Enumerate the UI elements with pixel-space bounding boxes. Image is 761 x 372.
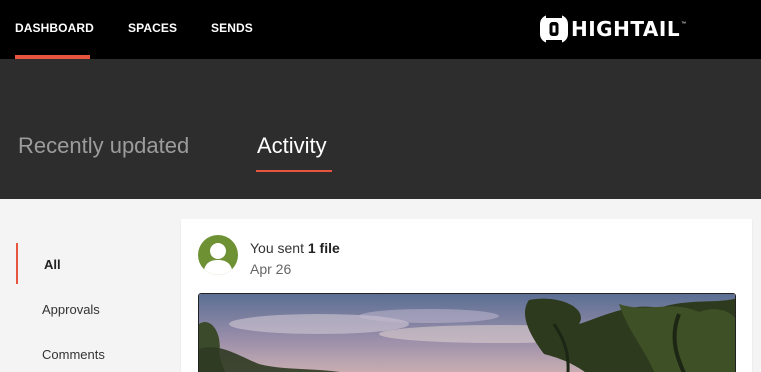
tab-active-indicator bbox=[256, 170, 332, 172]
user-silhouette-icon bbox=[203, 243, 233, 275]
file-preview-image[interactable] bbox=[198, 293, 736, 372]
activity-date: Apr 26 bbox=[250, 261, 292, 277]
filter-active-indicator bbox=[16, 243, 18, 284]
nav-dashboard[interactable]: DASHBOARD bbox=[15, 21, 94, 35]
top-nav: DASHBOARD SPACES SENDS HIGHTAIL ™ bbox=[0, 0, 761, 59]
logo-trademark: ™ bbox=[681, 21, 687, 27]
avatar bbox=[198, 235, 238, 275]
nav-sends[interactable]: SENDS bbox=[211, 21, 253, 35]
landscape-photo bbox=[199, 294, 735, 372]
filter-all[interactable]: All bbox=[44, 257, 61, 272]
tab-activity[interactable]: Activity bbox=[257, 133, 327, 159]
nav-spaces[interactable]: SPACES bbox=[128, 21, 177, 35]
hightail-logo-icon bbox=[540, 13, 568, 45]
filter-approvals[interactable]: Approvals bbox=[42, 302, 100, 317]
activity-card[interactable]: You sent 1 file Apr 26 bbox=[181, 219, 752, 372]
dashboard-header: Recently updated Activity bbox=[0, 59, 761, 199]
hightail-logo[interactable]: HIGHTAIL ™ bbox=[539, 13, 686, 45]
activity-prefix: You sent bbox=[250, 240, 308, 256]
activity-message: You sent 1 file bbox=[250, 240, 340, 256]
filter-comments[interactable]: Comments bbox=[42, 347, 105, 362]
logo-wordmark: HIGHTAIL bbox=[571, 17, 681, 41]
tab-recently-updated[interactable]: Recently updated bbox=[18, 133, 189, 159]
activity-file-count[interactable]: 1 file bbox=[308, 240, 340, 256]
